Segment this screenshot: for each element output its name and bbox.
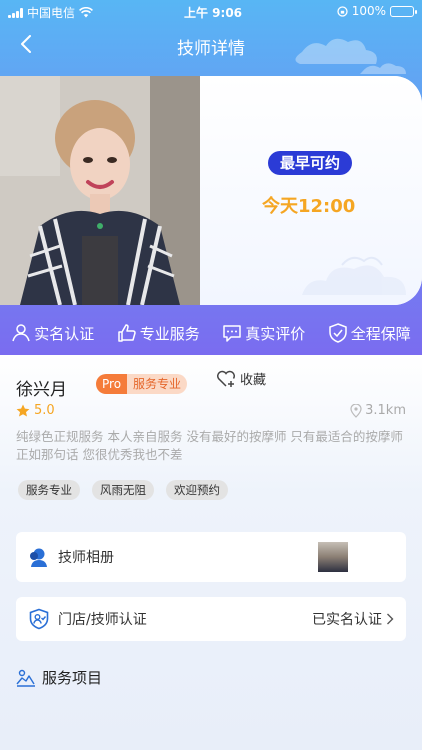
cloud-decoration-icon [295, 38, 406, 74]
shield-check-icon [328, 323, 347, 343]
profile-section: 徐兴月 Pro 服务专业 收藏 5.0 3.1km 纯绿色正规服务 本人亲自服务… [0, 355, 422, 750]
hero-card: 最早可约 今天12:00 [0, 76, 422, 305]
feature-real-name: 实名认证 [11, 323, 94, 344]
certification-label: 门店/技师认证 [58, 612, 147, 628]
feature-label: 真实评价 [245, 324, 306, 343]
rating: 5.0 [16, 403, 55, 418]
orientation-lock-icon [337, 5, 348, 17]
portrait-illustration [0, 76, 200, 305]
tag: 欢迎预约 [166, 480, 228, 500]
status-bar: 中国电信 上午 9:06 100% [0, 0, 422, 22]
signal-icon [8, 7, 23, 18]
pro-badge: Pro 服务专业 [96, 374, 188, 394]
feature-label: 专业服务 [139, 324, 200, 343]
certification-status: 已实名认证 [312, 609, 394, 629]
battery-percent: 100% [351, 4, 386, 18]
thumbs-up-icon [117, 324, 136, 342]
badge-service-label: 服务专业 [127, 374, 188, 394]
earliest-available-badge: 最早可约 [268, 151, 353, 175]
album-person-icon [30, 548, 47, 567]
favorite-button[interactable]: 收藏 [216, 369, 266, 388]
feature-row: 实名认证 专业服务 真实评价 全程保障 [0, 318, 422, 348]
technician-name: 徐兴月 [16, 380, 67, 400]
technician-description: 纯绿色正规服务 本人亲自服务 没有最好的按摩师 只有最适合的按摩师 正如那句话 … [16, 429, 403, 462]
earliest-time: 今天12:00 [262, 196, 356, 217]
feature-label: 实名认证 [34, 324, 95, 343]
chevron-right-icon [387, 613, 394, 625]
distance: 3.1km [350, 403, 406, 418]
album-thumbnail[interactable] [318, 542, 348, 572]
services-title: 服务项目 [42, 669, 103, 687]
feature-label: 全程保障 [350, 324, 411, 343]
tag: 风雨无阻 [92, 480, 154, 500]
album-label: 技师相册 [58, 550, 114, 566]
tag-list: 服务专业 风雨无阻 欢迎预约 [18, 480, 228, 500]
massage-service-icon [16, 669, 35, 687]
feature-guarantee: 全程保障 [328, 323, 411, 344]
badge-pro-label: Pro [96, 374, 128, 394]
wifi-icon [79, 7, 93, 18]
services-section-title: 服务项目 [16, 667, 102, 688]
battery-icon [390, 5, 417, 17]
favorite-label: 收藏 [240, 373, 267, 388]
tag: 服务专业 [18, 480, 80, 500]
status-right: 100% [337, 4, 417, 18]
chat-bubble-icon [223, 325, 241, 342]
carrier-name: 中国电信 [27, 6, 76, 20]
feature-professional: 专业服务 [117, 323, 200, 344]
star-icon [16, 404, 30, 416]
location-pin-icon [350, 403, 362, 418]
certification-card[interactable]: 门店/技师认证 已实名认证 [16, 597, 406, 641]
cloud-decoration-icon [302, 256, 406, 295]
album-card[interactable]: 技师相册 [16, 532, 406, 582]
user-verified-icon [12, 324, 30, 342]
rating-value: 5.0 [34, 403, 55, 418]
distance-value: 3.1km [365, 403, 406, 418]
certification-status-text: 已实名认证 [312, 612, 382, 628]
feature-reviews: 真实评价 [222, 323, 305, 344]
carrier-group: 中国电信 [8, 4, 93, 21]
clock: 上午 9:06 [184, 6, 243, 20]
availability-panel: 最早可约 今天12:00 [200, 76, 422, 305]
heart-plus-icon [217, 370, 235, 387]
technician-photo[interactable] [0, 76, 200, 305]
shield-user-icon [29, 608, 49, 630]
